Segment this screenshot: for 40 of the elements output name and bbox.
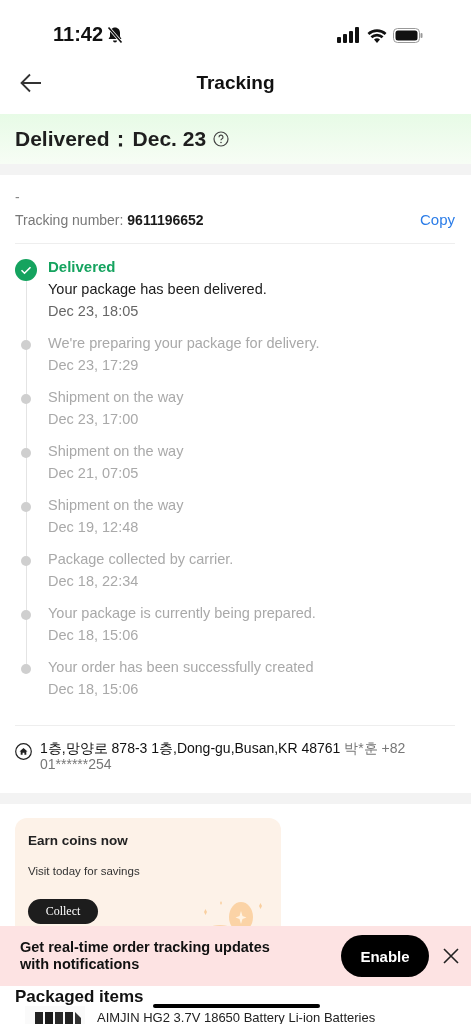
event-message: Your package has been delivered. — [48, 280, 267, 299]
back-button[interactable] — [18, 71, 44, 95]
event-time: Dec 18, 15:06 — [48, 626, 140, 645]
event-message: We're preparing your package for delivery. — [48, 334, 320, 353]
carrier-name: - — [15, 189, 21, 205]
notification-text: Get real-time order tracking updates with notifications — [20, 939, 271, 973]
page-title: Tracking — [196, 72, 275, 94]
promo-subtitle: Visit today for savings — [28, 865, 141, 877]
status-time: 11:42 — [53, 23, 104, 46]
event-time: Dec 18, 15:06 — [48, 680, 140, 699]
section-heading: Packaged items — [15, 988, 145, 1006]
event-message: Your package is currently being prepared. — [48, 604, 316, 623]
event-time: Dec 21, 07:05 — [48, 464, 140, 483]
tracking-number: Tracking number: 9611196652 — [15, 211, 204, 228]
event-message: Your order has been successfully created — [48, 658, 314, 677]
collect-button[interactable]: Collect — [28, 899, 98, 924]
copy-link[interactable]: Copy — [419, 211, 455, 228]
event-time: Dec 18, 22:34 — [48, 572, 140, 591]
delivery-address: 1층,망양로 878-3 1층,Dong-gu,Busan,KR 48761 박*훈 +82 01******254 — [40, 740, 407, 772]
promo-title: Earn coins now — [28, 833, 129, 848]
event-time: Dec 23, 17:00 — [48, 410, 140, 429]
event-time: Dec 19, 12:48 — [48, 518, 140, 537]
event-message: Shipment on the way — [48, 388, 184, 407]
delivery-label: Delivered： — [15, 126, 131, 152]
event-status: Delivered — [48, 257, 117, 277]
event-message: Shipment on the way — [48, 496, 184, 515]
enable-button[interactable]: Enable — [341, 935, 429, 977]
event-time: Dec 23, 17:29 — [48, 356, 140, 375]
battery-icon — [393, 27, 423, 43]
delivery-date: Dec. 23 — [132, 127, 207, 151]
event-message: Package collected by carrier. — [48, 550, 234, 569]
event-message: Shipment on the way — [48, 442, 184, 461]
signal-icon — [337, 27, 361, 43]
home-icon — [15, 743, 32, 760]
help-icon[interactable] — [213, 131, 230, 147]
bell-off-icon — [107, 25, 124, 44]
product-title[interactable]: AIMJIN HG2 3.7V 18650 Battery Li-ion Batteries — [97, 1006, 376, 1024]
wifi-icon — [367, 27, 387, 43]
close-icon[interactable] — [443, 948, 459, 964]
event-time: Dec 23, 18:05 — [48, 302, 140, 321]
